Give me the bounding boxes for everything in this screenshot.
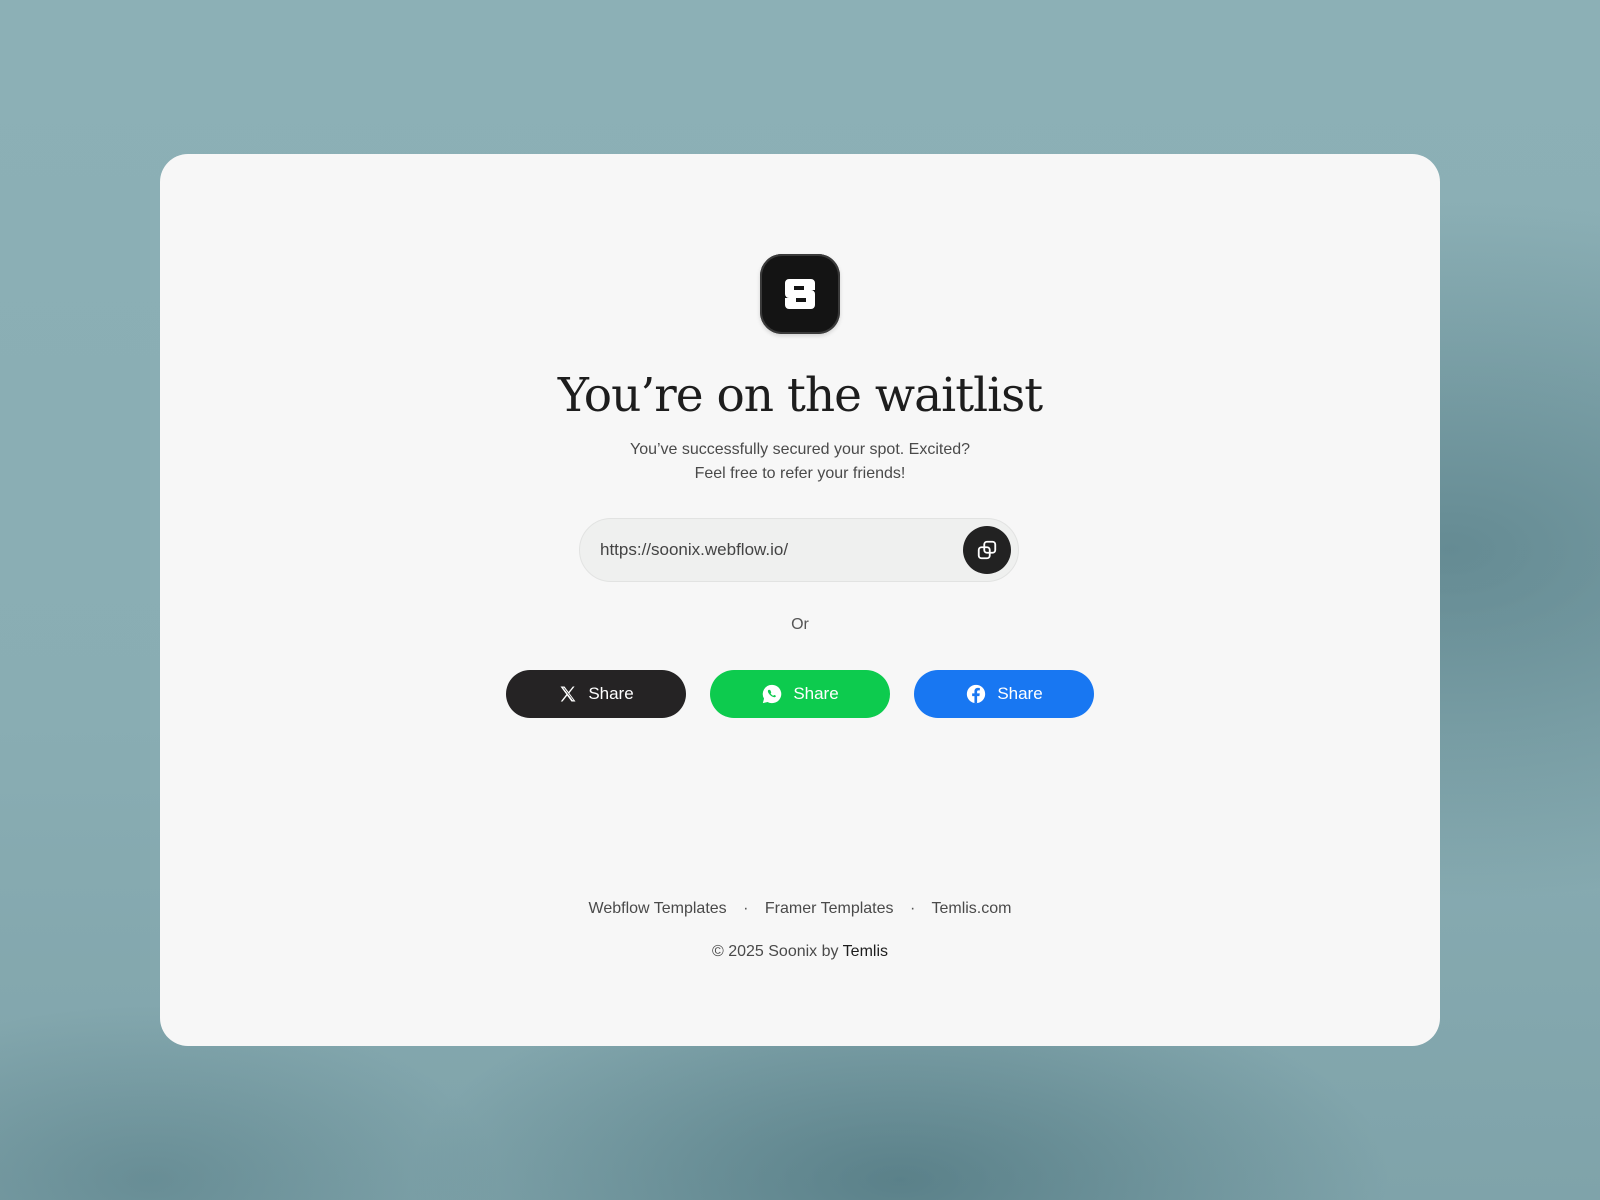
subtitle: You’ve successfully secured your spot. E…: [160, 438, 1440, 486]
footer-link-webflow-templates[interactable]: Webflow Templates: [589, 900, 727, 917]
facebook-icon: [967, 684, 986, 704]
waitlist-card: You’re on the waitlist You’ve successful…: [160, 154, 1440, 1046]
footer-links: Webflow Templates · Framer Templates · T…: [160, 900, 1440, 918]
copyright: © 2025 Soonix by Temlis: [160, 943, 1440, 961]
whatsapp-icon: [763, 684, 782, 704]
copy-button[interactable]: [963, 526, 1011, 574]
share-whatsapp-button[interactable]: Share: [710, 670, 890, 718]
share-whatsapp-label: Share: [793, 684, 839, 703]
x-logo-icon: [560, 686, 576, 702]
referral-url-text[interactable]: https://soonix.webflow.io/: [600, 519, 788, 581]
footer-link-framer-templates[interactable]: Framer Templates: [765, 900, 894, 917]
share-x-label: Share: [588, 684, 634, 703]
copy-icon: [977, 540, 997, 560]
soonix-logo-icon: [760, 254, 840, 334]
subtitle-line-1: You’ve successfully secured your spot. E…: [629, 441, 971, 458]
footer-separator: ·: [743, 900, 749, 917]
or-divider: Or: [791, 616, 809, 633]
copyright-brand-link[interactable]: Temlis: [843, 943, 888, 960]
share-facebook-button[interactable]: Share: [914, 670, 1094, 718]
referral-url-field[interactable]: https://soonix.webflow.io/: [579, 518, 1019, 582]
page-title: You’re on the waitlist: [557, 368, 1043, 423]
share-x-button[interactable]: Share: [506, 670, 686, 718]
copyright-text: © 2025 Soonix by: [711, 943, 839, 960]
footer-link-temlis[interactable]: Temlis.com: [931, 900, 1011, 917]
share-facebook-label: Share: [997, 684, 1043, 703]
subtitle-line-2: Feel free to refer your friends!: [694, 465, 906, 482]
footer-separator: ·: [909, 900, 916, 917]
